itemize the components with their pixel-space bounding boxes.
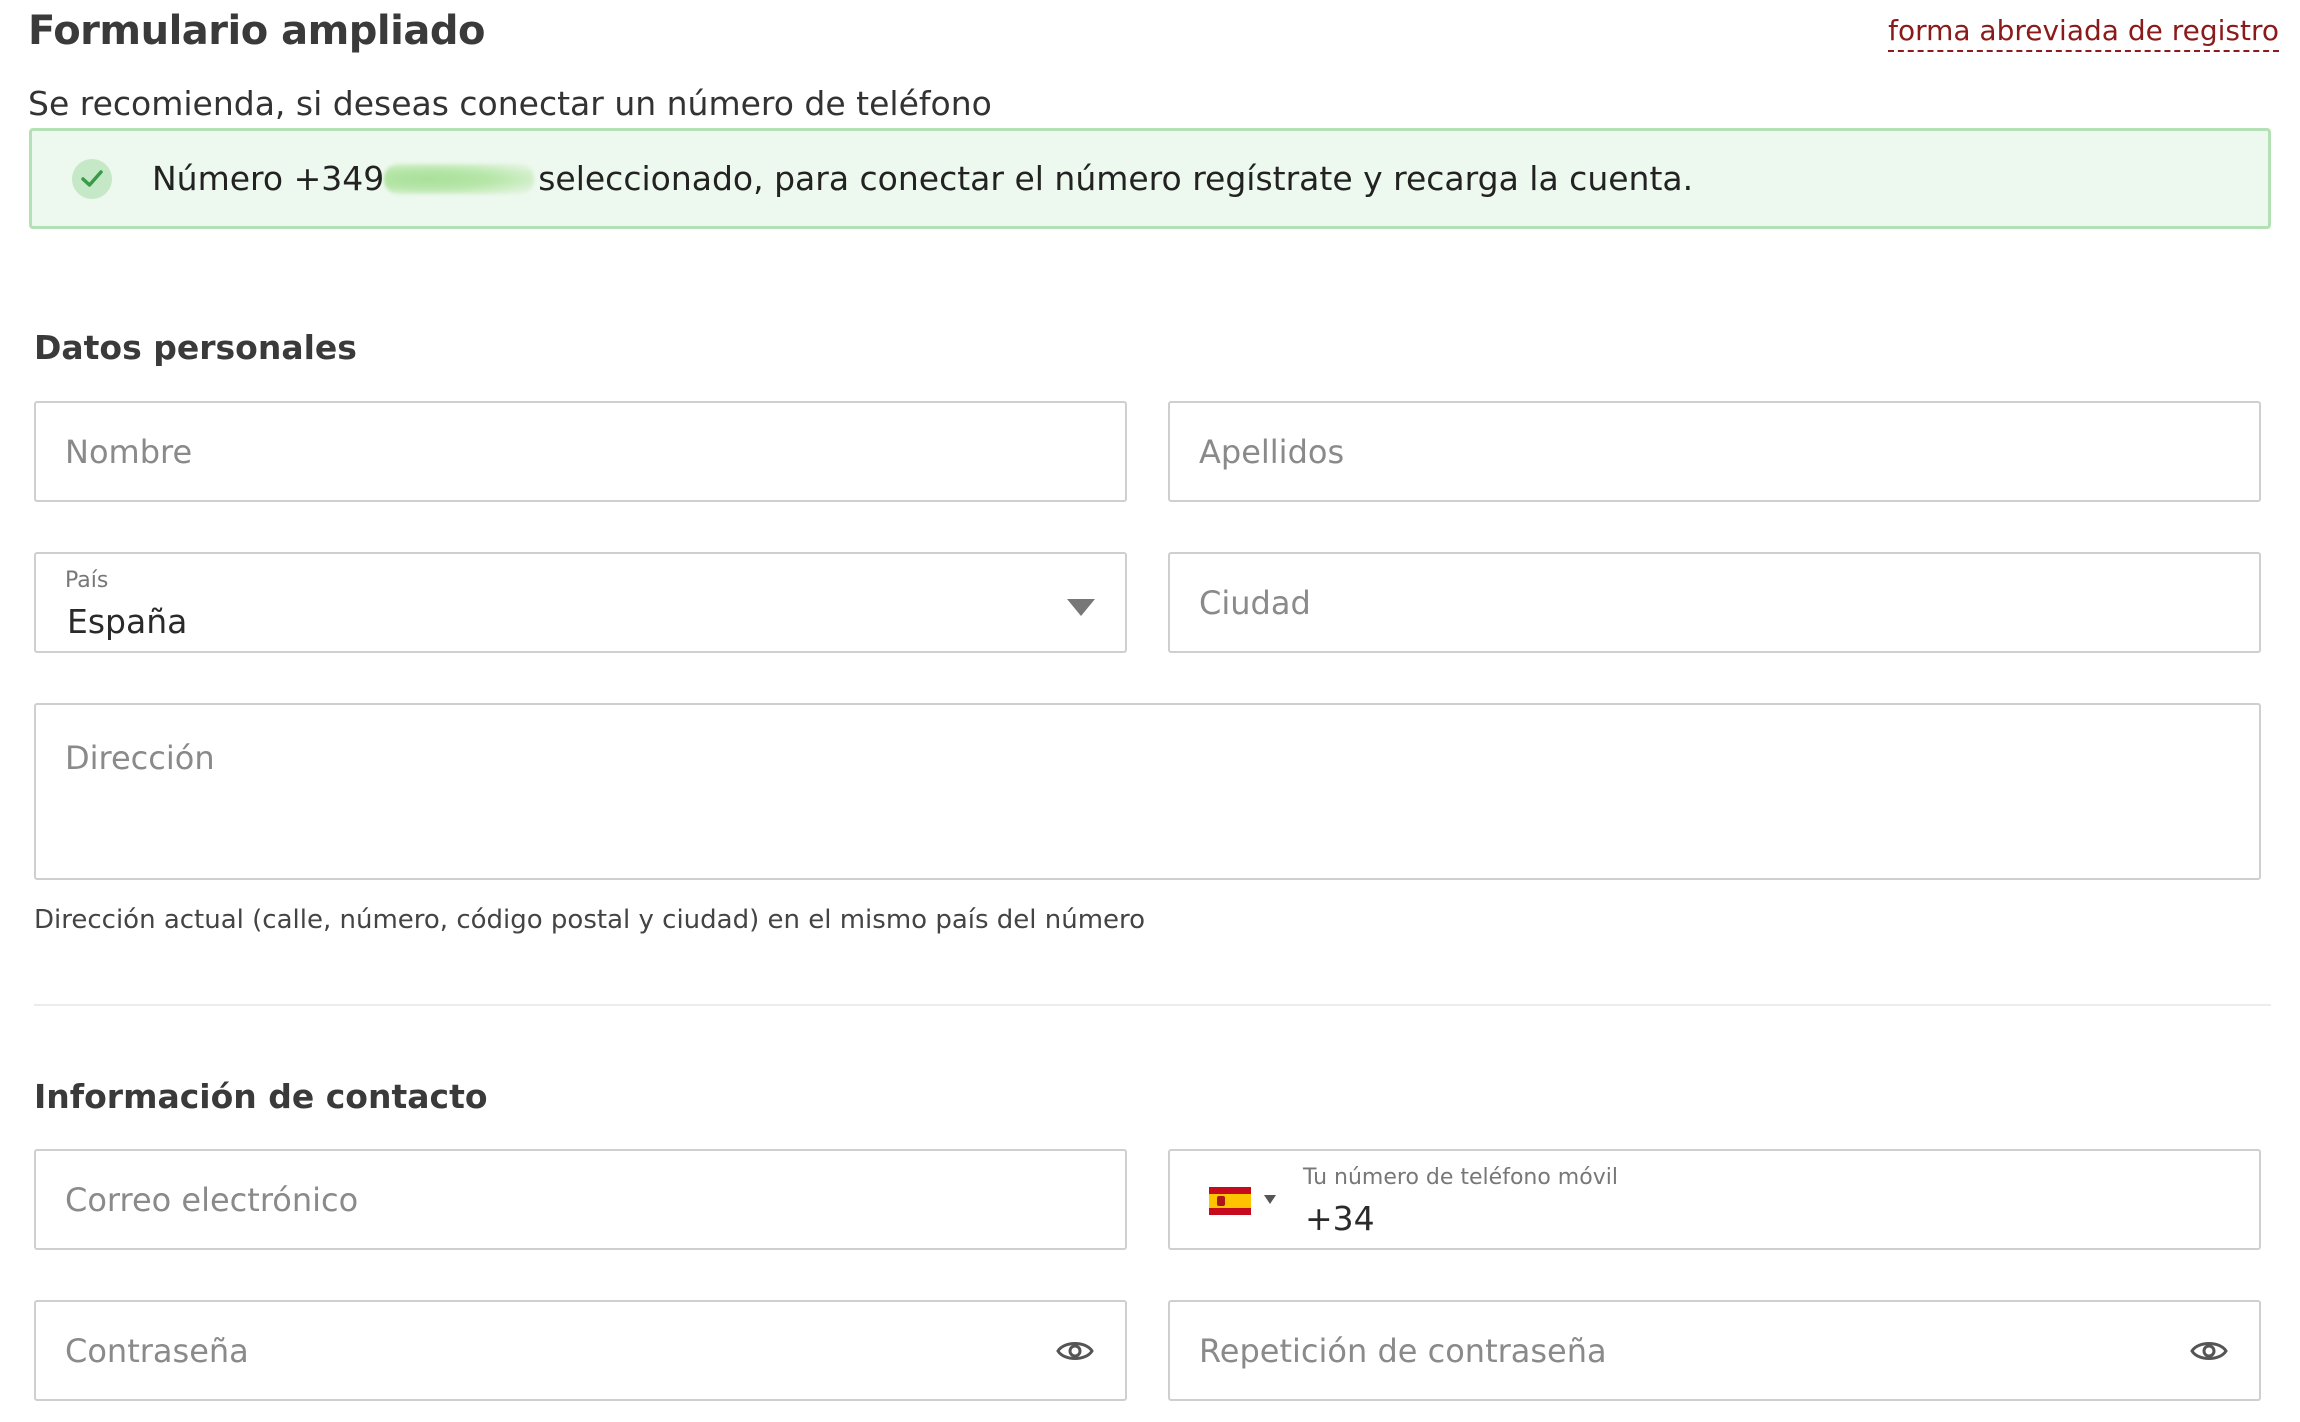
notice-text: Número +349 seleccionado, para conectar …: [152, 159, 1693, 198]
city-input[interactable]: Ciudad: [1168, 552, 2261, 653]
country-select[interactable]: País España: [34, 552, 1127, 653]
personal-data-title: Datos personales: [34, 328, 357, 367]
address-placeholder: Dirección: [65, 739, 215, 777]
password-repeat-input[interactable]: Repetición de contraseña: [1168, 1300, 2261, 1401]
city-placeholder: Ciudad: [1199, 583, 1311, 622]
email-input[interactable]: Correo electrónico: [34, 1149, 1127, 1250]
chevron-down-icon[interactable]: [1067, 599, 1095, 616]
spain-flag-icon[interactable]: [1209, 1187, 1251, 1215]
notice-suffix: seleccionado, para conectar el número re…: [538, 159, 1694, 198]
address-textarea[interactable]: Dirección: [34, 703, 2261, 880]
eye-icon[interactable]: [2189, 1337, 2229, 1365]
redacted-number-mark: [384, 163, 535, 194]
page-title: Formulario ampliado: [28, 8, 485, 54]
phone-input[interactable]: Tu número de teléfono móvil +34: [1168, 1149, 2261, 1250]
phone-value: +34: [1305, 1199, 1375, 1238]
password-placeholder: Contraseña: [65, 1331, 249, 1370]
country-value: España: [67, 602, 188, 641]
address-hint: Dirección actual (calle, número, código …: [34, 905, 1146, 935]
password-repeat-placeholder: Repetición de contraseña: [1199, 1331, 1607, 1370]
check-circle-icon: [72, 158, 112, 199]
caret-down-icon[interactable]: [1264, 1195, 1276, 1204]
short-form-link[interactable]: forma abreviada de registro: [1888, 14, 2279, 52]
last-name-placeholder: Apellidos: [1199, 432, 1345, 471]
section-divider: [34, 1004, 2271, 1006]
selected-number-notice: Número +349 seleccionado, para conectar …: [29, 128, 2271, 229]
notice-prefix: Número +349: [152, 159, 385, 198]
country-label: País: [65, 568, 109, 593]
first-name-input[interactable]: Nombre: [34, 401, 1127, 502]
phone-label: Tu número de teléfono móvil: [1303, 1165, 1618, 1190]
eye-icon[interactable]: [1055, 1337, 1095, 1365]
first-name-placeholder: Nombre: [65, 432, 193, 471]
recommendation-text: Se recomienda, si deseas conectar un núm…: [28, 84, 992, 123]
registration-form: Formulario ampliado forma abreviada de r…: [0, 0, 2300, 1422]
last-name-input[interactable]: Apellidos: [1168, 401, 2261, 502]
email-placeholder: Correo electrónico: [65, 1180, 359, 1219]
contact-info-title: Información de contacto: [34, 1077, 488, 1116]
password-input[interactable]: Contraseña: [34, 1300, 1127, 1401]
